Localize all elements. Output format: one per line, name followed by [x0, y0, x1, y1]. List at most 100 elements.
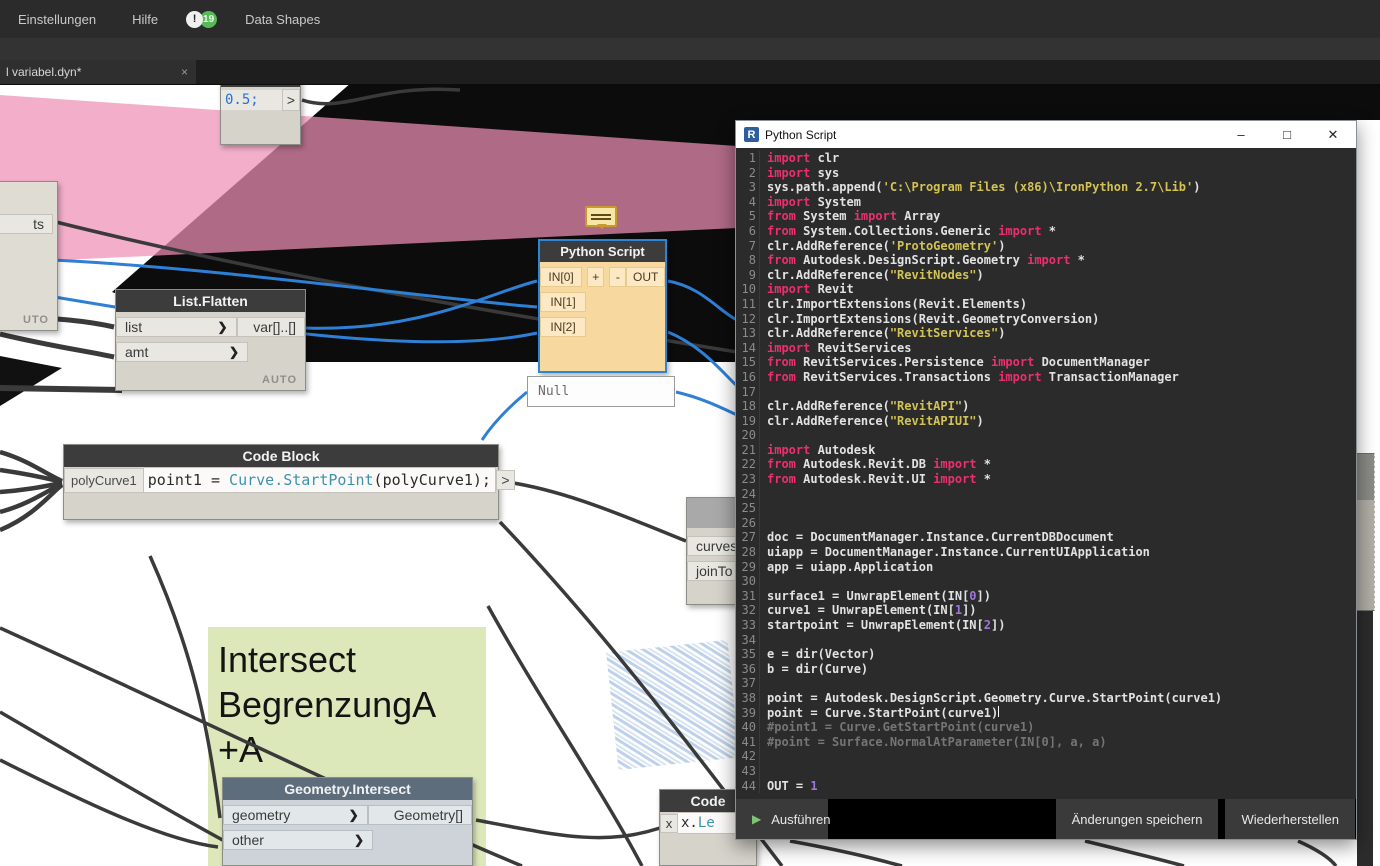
code-line[interactable]: 22 from Autodesk.Revit.DB import *	[736, 457, 1356, 473]
input-port-geometry[interactable]: geometry ❯	[223, 805, 368, 825]
code-input[interactable]: 0.5;	[221, 90, 282, 110]
code-line[interactable]: 1 import clr	[736, 151, 1356, 166]
code-line[interactable]: 37	[736, 676, 1356, 691]
code-line[interactable]: 39 point = Curve.StartPoint(curve1)	[736, 705, 1356, 721]
code-line[interactable]: 40 #point1 = Curve.GetStartPoint(curve1)	[736, 720, 1356, 735]
toolbar-strip	[0, 38, 1380, 60]
input-port-x[interactable]: x	[660, 813, 678, 833]
node-geometry-intersect[interactable]: Geometry.Intersect geometry ❯ Geometry[]…	[222, 777, 473, 866]
code-line[interactable]: 3 sys.path.append('C:\Program Files (x86)…	[736, 180, 1356, 195]
input-port-polycurve1[interactable]: polyCurve1	[64, 467, 144, 493]
code-token: )	[976, 413, 984, 428]
code-line[interactable]: 6 from System.Collections.Generic import …	[736, 223, 1356, 239]
node-code-block[interactable]: Code Block polyCurve1 point1 = Curve.Sta…	[63, 444, 515, 520]
close-button[interactable]: ✕	[1310, 121, 1356, 148]
revert-button[interactable]: Wiederherstellen	[1225, 799, 1355, 839]
code-segment: point1 =	[147, 471, 230, 489]
add-input-button[interactable]: +	[587, 267, 605, 287]
code-line[interactable]: 19 clr.AddReference("RevitAPIUI")	[736, 413, 1356, 429]
code-line[interactable]: 14 import RevitServices	[736, 340, 1356, 356]
code-line[interactable]: 20	[736, 428, 1356, 443]
code-line[interactable]: 23 from Autodesk.Revit.UI import *	[736, 472, 1356, 487]
code-line[interactable]: 24	[736, 486, 1356, 502]
code-token: Autodesk	[810, 442, 876, 457]
editor-title-bar[interactable]: R Python Script – □ ✕	[736, 121, 1356, 148]
menu-einstellungen[interactable]: Einstellungen	[0, 12, 114, 27]
remove-input-button[interactable]: -	[609, 267, 627, 287]
input-port-in2[interactable]: IN[2]	[540, 317, 586, 337]
code-line[interactable]: 7 clr.AddReference('ProtoGeometry')	[736, 238, 1356, 254]
code-line[interactable]: 26	[736, 515, 1356, 531]
code-line[interactable]: 28 uiapp = DocumentManager.Instance.Curre…	[736, 545, 1356, 560]
code-token: )	[998, 238, 1006, 253]
output-port[interactable]: ts	[0, 214, 53, 234]
node-partial-left[interactable]: ts UTO	[0, 181, 58, 331]
input-port-amt[interactable]: amt ❯	[116, 342, 248, 362]
line-number: 14	[736, 340, 760, 356]
input-port-in1[interactable]: IN[1]	[540, 292, 586, 312]
code-line[interactable]: 2 import sys	[736, 165, 1356, 181]
code-line[interactable]: 16 from RevitServices.Transactions import…	[736, 369, 1356, 385]
node-header[interactable]: List.Flatten	[116, 290, 305, 312]
code-line[interactable]: 15 from RevitServices.Persistence import …	[736, 355, 1356, 370]
minimize-button[interactable]: –	[1218, 121, 1264, 148]
code-line[interactable]: 13 clr.AddReference("RevitServices")	[736, 326, 1356, 341]
code-line[interactable]: 17	[736, 384, 1356, 400]
tab-close-icon[interactable]: ×	[181, 65, 188, 79]
code-line[interactable]: 30	[736, 574, 1356, 589]
code-line[interactable]: 34	[736, 632, 1356, 648]
output-port[interactable]: >	[495, 470, 515, 490]
code-line[interactable]: 18 clr.AddReference("RevitAPI")	[736, 399, 1356, 414]
code-line[interactable]: 4 import System	[736, 194, 1356, 210]
node-header[interactable]: Python Script	[540, 241, 665, 262]
input-port-in0[interactable]: IN[0]	[540, 267, 583, 287]
code-line[interactable]: 21 import Autodesk	[736, 442, 1356, 458]
maximize-button[interactable]: □	[1264, 121, 1310, 148]
code-line[interactable]: 43	[736, 763, 1356, 779]
node-preview-bubble[interactable]: Null	[527, 376, 675, 407]
workspace-tab[interactable]: l variabel.dyn* ×	[0, 60, 196, 84]
code-token: 1	[954, 603, 963, 618]
code-line[interactable]: 42	[736, 749, 1356, 764]
comment-note-icon[interactable]	[585, 206, 617, 229]
code-input[interactable]: point1 = Curve.StartPoint(polyCurve1);	[143, 467, 496, 493]
code-line[interactable]: 8 from Autodesk.DesignScript.Geometry imp…	[736, 253, 1356, 268]
output-port[interactable]: var[]..[]	[236, 317, 305, 337]
code-line[interactable]: 38 point = Autodesk.DesignScript.Geometry…	[736, 690, 1356, 706]
line-number: 40	[736, 720, 760, 735]
code-line[interactable]: 25	[736, 501, 1356, 516]
node-code-block-small[interactable]: 0.5; >	[220, 76, 301, 145]
output-port[interactable]: >	[282, 89, 300, 111]
run-button[interactable]: ▶ Ausführen	[736, 799, 831, 839]
save-changes-button[interactable]: Änderungen speichern	[1055, 799, 1219, 839]
node-header[interactable]: Code Block	[64, 445, 498, 467]
menu-hilfe[interactable]: Hilfe	[114, 12, 176, 27]
node-partial-right[interactable]	[1356, 453, 1375, 611]
code-line[interactable]: 32 curve1 = UnwrapElement(IN[1])	[736, 603, 1356, 618]
code-line[interactable]: 36 b = dir(Curve)	[736, 661, 1356, 677]
output-port-out[interactable]: OUT	[626, 267, 665, 287]
line-number: 9	[736, 267, 760, 283]
code-line[interactable]: 29 app = uiapp.Application	[736, 559, 1356, 575]
input-port-other[interactable]: other ❯	[223, 830, 373, 850]
code-line[interactable]: 11 clr.ImportExtensions(Revit.Elements)	[736, 296, 1356, 312]
node-header[interactable]: Geometry.Intersect	[223, 778, 472, 800]
code-token: Autodesk.DesignScript.Geometry	[795, 253, 1028, 268]
code-line[interactable]: 31 surface1 = UnwrapElement(IN[0])	[736, 588, 1356, 604]
code-line[interactable]: 41 #point = Surface.NormalAtParameter(IN[…	[736, 734, 1356, 750]
code-line[interactable]: 44 OUT = 1	[736, 778, 1356, 794]
code-line[interactable]: 27 doc = DocumentManager.Instance.Current…	[736, 530, 1356, 546]
output-port[interactable]: Geometry[]	[367, 805, 472, 825]
code-line[interactable]: 35 e = dir(Vector)	[736, 647, 1356, 662]
code-editor[interactable]: 1 import clr 2 import sys 3 sys.path.append('…	[736, 148, 1356, 799]
code-line[interactable]: 12 clr.ImportExtensions(Revit.GeometryCon…	[736, 311, 1356, 327]
code-line[interactable]: 10 import Revit	[736, 282, 1356, 297]
node-python-script[interactable]: Python Script IN[0] + - OUT IN[1] IN[2]	[538, 239, 667, 373]
notification-badges[interactable]: ! 19	[186, 10, 218, 28]
menu-data-shapes[interactable]: Data Shapes	[227, 12, 338, 27]
code-line[interactable]: 9 clr.AddReference("RevitNodes")	[736, 267, 1356, 283]
code-line[interactable]: 5 from System import Array	[736, 209, 1356, 224]
node-list-flatten[interactable]: List.Flatten list ❯ var[]..[] amt ❯ AUTO	[115, 289, 306, 391]
input-port-list[interactable]: list ❯	[116, 317, 237, 337]
code-line[interactable]: 33 startpoint = UnwrapElement(IN[2])	[736, 618, 1356, 633]
